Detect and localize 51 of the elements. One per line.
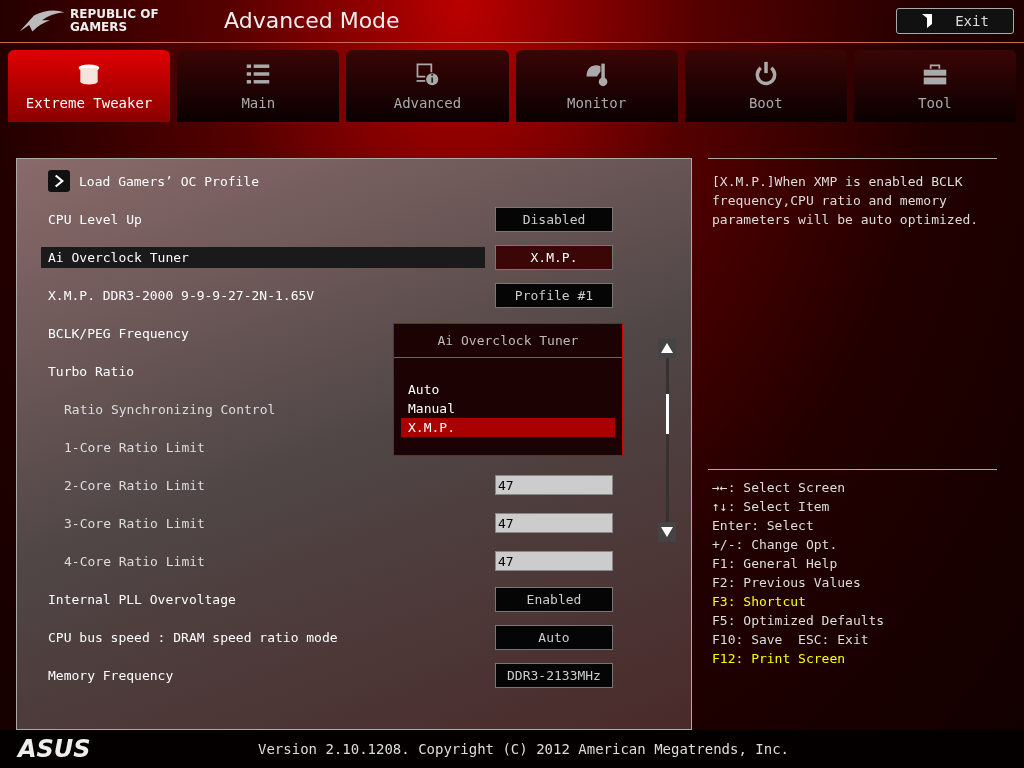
setting-label[interactable]: X.M.P. DDR3-2000 9-9-9-27-2N-1.65V: [41, 284, 485, 306]
popup-title: Ai Overclock Tuner: [394, 324, 622, 359]
input-field[interactable]: 47: [495, 513, 613, 534]
input-field[interactable]: 47: [495, 475, 613, 496]
setting-label[interactable]: CPU bus speed : DRAM speed ratio mode: [41, 626, 485, 648]
input-field[interactable]: 47: [495, 551, 613, 572]
help-text: [X.M.P.]When XMP is enabled BCLK frequency,CPU ratio and memory parameters will be auto optimized.: [708, 158, 997, 470]
key-hint: F12: Print Screen: [712, 650, 847, 669]
popup-option[interactable]: Auto: [401, 380, 615, 400]
menu-item[interactable]: Load Gamers’ OC Profile: [72, 170, 266, 192]
tab[interactable]: Extreme Tweaker: [8, 49, 171, 123]
setting-label[interactable]: Ai Overclock Tuner: [41, 246, 485, 268]
key-hint: F3: Shortcut: [712, 593, 807, 612]
door-icon: [921, 12, 934, 29]
key-hint: →←: Select Screen: [712, 479, 847, 498]
setting-label[interactable]: Memory Frequency: [41, 664, 485, 686]
scroll-down-icon: [658, 522, 676, 543]
brand-logo: ASUS: [18, 735, 92, 764]
value-button[interactable]: DDR3-2133MHz: [495, 662, 613, 688]
version-text: Version 2.10.1208. Copyright (C) 2012 American Megatrends, Inc.: [258, 741, 789, 758]
exit-button[interactable]: Exit: [896, 7, 1014, 34]
tab[interactable]: Boot: [684, 49, 847, 123]
key-hint: F1: General Help: [712, 555, 839, 574]
key-hint: Enter: Select: [712, 517, 815, 536]
window-title: Advanced Mode: [224, 8, 401, 34]
setting-label[interactable]: 4-Core Ratio Limit: [57, 550, 485, 572]
scroll-up-icon: [658, 338, 676, 359]
popup-option[interactable]: X.M.P.: [401, 418, 615, 438]
tab[interactable]: Advanced: [346, 49, 509, 123]
tab[interactable]: Tool: [853, 49, 1017, 123]
key-hint: F2: Previous Values: [712, 574, 862, 593]
value-button[interactable]: X.M.P.: [495, 244, 613, 270]
logo-text: REPUBLIC OF: [70, 7, 160, 21]
value-button[interactable]: Disabled: [495, 206, 613, 232]
tab[interactable]: Main: [177, 49, 340, 123]
key-hint: ↑↓: Select Item: [712, 498, 831, 517]
key-hint: F10: Save ESC: Exit: [712, 631, 870, 650]
value-button[interactable]: Profile #1: [495, 282, 613, 308]
setting-label[interactable]: 3-Core Ratio Limit: [57, 512, 485, 534]
chevron-right-icon: [48, 170, 70, 193]
value-button[interactable]: Enabled: [495, 586, 613, 612]
setting-label[interactable]: Internal PLL Overvoltage: [41, 588, 485, 610]
scrollbar-thumb[interactable]: [665, 394, 669, 435]
value-button[interactable]: Auto: [495, 624, 613, 650]
setting-label[interactable]: 2-Core Ratio Limit: [57, 474, 485, 496]
key-hint: F5: Optimized Defaults: [712, 612, 886, 631]
setting-label[interactable]: CPU Level Up: [41, 208, 485, 230]
popup-option[interactable]: Manual: [401, 399, 615, 419]
key-hint: +/-: Change Opt.: [712, 536, 839, 555]
tab[interactable]: Monitor: [515, 49, 678, 123]
logo-text: GAMERS: [70, 20, 129, 34]
